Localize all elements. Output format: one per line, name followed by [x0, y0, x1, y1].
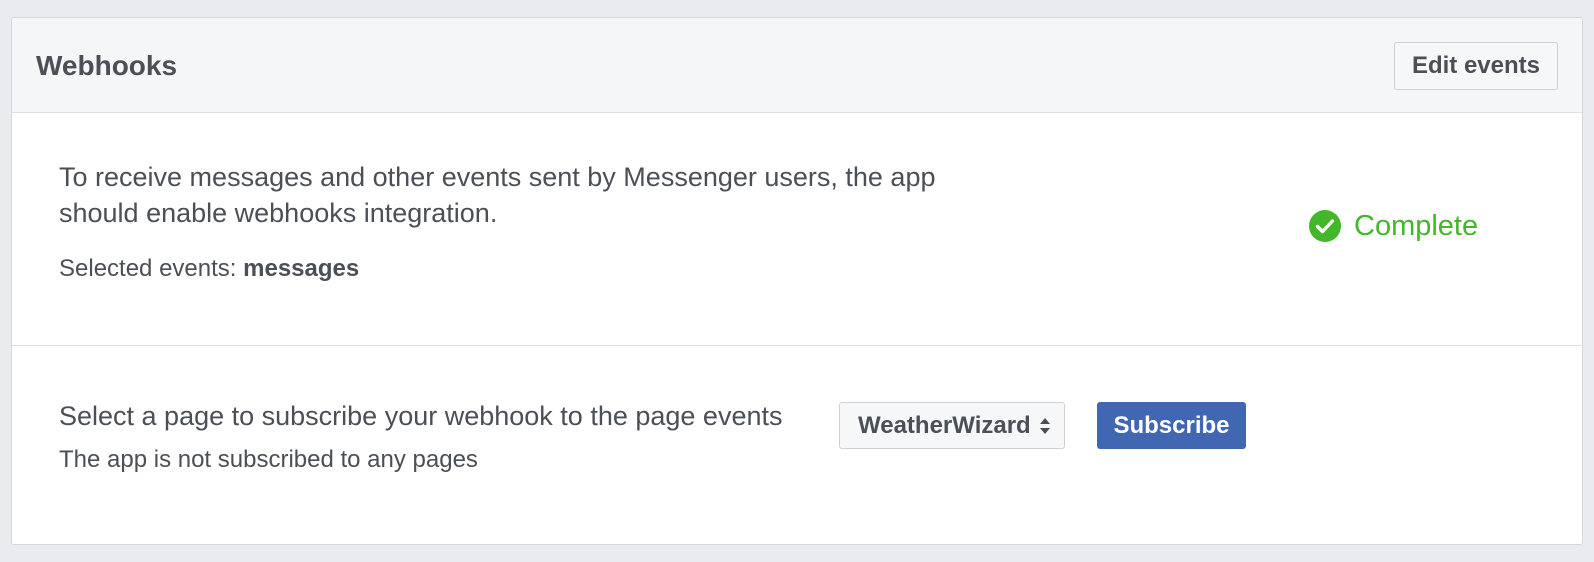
- card-title: Webhooks: [36, 50, 178, 81]
- selected-events: Selected events: messages: [59, 255, 359, 283]
- webhooks-card: Webhooks Edit events To receive messages…: [11, 17, 1583, 545]
- selected-events-label: Selected events:: [59, 255, 237, 282]
- check-circle-icon: [1309, 210, 1341, 242]
- integration-description: To receive messages and other events sen…: [59, 162, 936, 228]
- subscribe-label: Select a page to subscribe your webhook …: [59, 401, 783, 431]
- updown-arrows-icon: [1039, 417, 1050, 434]
- integration-section: To receive messages and other events sen…: [12, 113, 1582, 346]
- subscription-status: The app is not subscribed to any pages: [59, 446, 478, 473]
- subscribe-button[interactable]: Subscribe: [1097, 402, 1246, 449]
- subscription-section: Select a page to subscribe your webhook …: [12, 346, 1582, 544]
- page-select[interactable]: WeatherWizard: [839, 402, 1065, 449]
- page-select-value: WeatherWizard: [858, 411, 1031, 439]
- status-text: Complete: [1354, 209, 1479, 242]
- edit-events-button[interactable]: Edit events: [1393, 42, 1558, 90]
- card-header: Webhooks Edit events: [12, 18, 1582, 113]
- status-badge: Complete: [1308, 209, 1478, 243]
- selected-events-value: messages: [243, 255, 360, 282]
